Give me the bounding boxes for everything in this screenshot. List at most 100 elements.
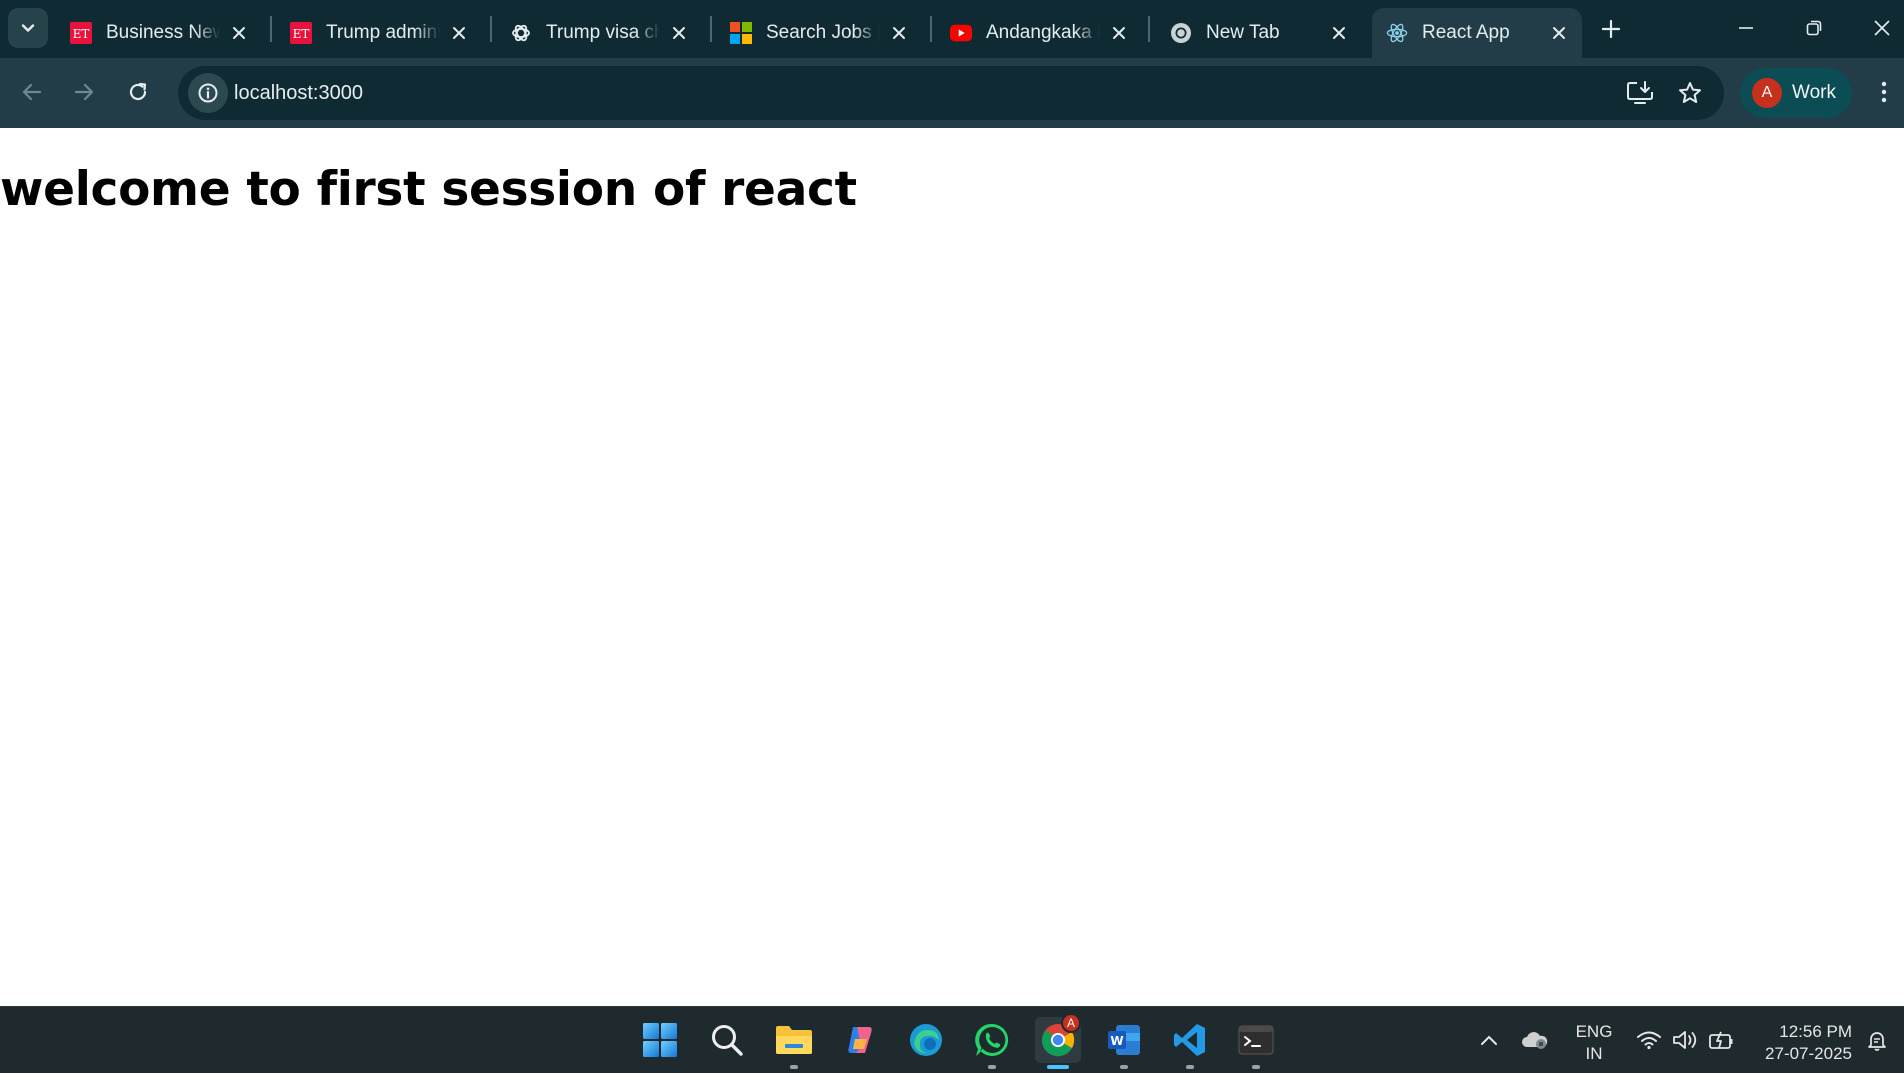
taskbar-file-explorer[interactable] — [771, 1017, 817, 1069]
tab-separator — [490, 16, 492, 42]
tab-title: Business News — [106, 22, 220, 43]
tab-youtube[interactable]: Andangkaka Kanitha — [936, 8, 1142, 58]
tab-title: Search Jobs | Microsoft — [766, 22, 880, 43]
browser-menu-button[interactable] — [1870, 72, 1898, 112]
speaker-icon — [1673, 1031, 1697, 1049]
new-tab-button[interactable] — [1596, 14, 1626, 44]
running-indicator — [1120, 1065, 1128, 1069]
tab-title: Trump administration — [326, 22, 440, 43]
close-icon[interactable] — [228, 22, 250, 44]
taskbar-search-button[interactable] — [704, 1017, 750, 1063]
folder-icon — [776, 1026, 812, 1054]
clock-time: 12:56 PM — [1779, 1022, 1852, 1041]
clock-date: 27-07-2025 — [1765, 1044, 1852, 1063]
browser-toolbar: localhost:3000 A Work — [0, 58, 1904, 128]
chevron-down-icon — [21, 24, 35, 32]
taskbar-whatsapp[interactable] — [969, 1017, 1015, 1069]
running-indicator — [790, 1065, 798, 1069]
profile-label: Work — [1792, 82, 1836, 103]
taskbar-edge[interactable] — [903, 1017, 949, 1063]
tab-title: New Tab — [1206, 22, 1280, 43]
chrome-profile-badge: A — [1061, 1013, 1081, 1033]
chevron-up-icon — [1481, 1035, 1497, 1045]
tab-new-tab[interactable]: New Tab — [1156, 8, 1362, 58]
running-indicator — [1186, 1065, 1194, 1069]
arrow-right-icon — [74, 83, 94, 101]
language-code: ENG — [1575, 1022, 1613, 1041]
start-button[interactable] — [637, 1017, 683, 1063]
show-hidden-icons-button[interactable] — [1476, 1017, 1502, 1063]
taskbar-terminal[interactable] — [1233, 1017, 1279, 1069]
taskbar-copilot[interactable] — [837, 1017, 883, 1063]
bookmark-button[interactable] — [1676, 79, 1704, 107]
tab-react-app[interactable]: React App — [1372, 8, 1582, 58]
wifi-icon — [1637, 1031, 1661, 1050]
close-icon[interactable] — [888, 22, 910, 44]
taskbar-word[interactable]: W — [1101, 1017, 1147, 1069]
vscode-icon — [1174, 1024, 1205, 1056]
close-icon[interactable] — [1548, 22, 1570, 44]
site-info-button[interactable] — [188, 73, 228, 113]
plus-icon — [1602, 20, 1620, 38]
edge-icon — [910, 1024, 942, 1056]
tab-strip: ET Business News ET Trump administration… — [0, 0, 1904, 58]
terminal-icon — [1238, 1025, 1274, 1055]
tab-business-news[interactable]: ET Business News — [56, 8, 262, 58]
page-content: welcome to first session of react — [0, 128, 1904, 1006]
install-app-button[interactable] — [1626, 79, 1654, 107]
taskbar-chrome[interactable]: A — [1035, 1013, 1081, 1069]
wifi-button[interactable] — [1634, 1017, 1664, 1063]
onedrive-button[interactable] — [1520, 1017, 1550, 1063]
restore-button[interactable] — [1794, 10, 1834, 46]
minimize-button[interactable] — [1726, 10, 1766, 46]
close-icon[interactable] — [448, 22, 470, 44]
reload-icon — [129, 82, 147, 101]
star-icon — [1679, 82, 1701, 103]
close-icon[interactable] — [668, 22, 690, 44]
tab-separator — [270, 16, 272, 42]
tab-title: React App — [1422, 22, 1510, 43]
search-icon — [712, 1025, 743, 1056]
arrow-left-icon — [22, 83, 42, 101]
notifications-button[interactable] — [1862, 1017, 1892, 1063]
windows-taskbar: A W ENG IN 12:56 PM 27-07-2025 — [0, 1006, 1904, 1073]
language-indicator[interactable]: ENG IN — [1568, 1021, 1620, 1065]
tab-trump-administration[interactable]: ET Trump administration — [276, 8, 482, 58]
battery-charging-icon — [1709, 1031, 1733, 1049]
tab-separator — [1148, 16, 1150, 42]
svg-text:W: W — [1110, 1034, 1123, 1048]
close-icon[interactable] — [1108, 22, 1130, 44]
copilot-icon — [848, 1027, 872, 1053]
et-icon: ET — [70, 22, 92, 44]
clock[interactable]: 12:56 PM 27-07-2025 — [1752, 1021, 1852, 1065]
info-icon — [198, 83, 218, 103]
running-indicator — [988, 1065, 996, 1069]
profile-button[interactable]: A Work — [1740, 68, 1852, 118]
kebab-menu-icon — [1881, 81, 1887, 103]
running-indicator — [1252, 1065, 1260, 1069]
battery-button[interactable] — [1706, 1017, 1736, 1063]
tab-search-jobs[interactable]: Search Jobs | Microsoft — [716, 8, 922, 58]
volume-button[interactable] — [1670, 1017, 1700, 1063]
minimize-icon — [1739, 27, 1753, 29]
close-icon[interactable] — [1328, 22, 1350, 44]
tab-title: Trump visa changes — [546, 22, 660, 43]
microsoft-icon — [730, 22, 752, 44]
active-indicator — [1047, 1065, 1069, 1069]
taskbar-vscode[interactable] — [1167, 1017, 1213, 1069]
tab-search-button[interactable] — [8, 8, 48, 48]
react-icon — [1386, 22, 1408, 44]
tab-trump-visa[interactable]: Trump visa changes — [496, 8, 702, 58]
address-bar[interactable]: localhost:3000 — [178, 66, 1724, 120]
cloud-icon — [1522, 1032, 1548, 1049]
chrome-icon — [1170, 22, 1192, 44]
openai-icon — [510, 22, 532, 44]
url-text[interactable]: localhost:3000 — [234, 66, 363, 120]
close-icon — [1874, 20, 1890, 36]
close-window-button[interactable] — [1862, 10, 1902, 46]
back-button[interactable] — [12, 72, 52, 112]
et-icon: ET — [290, 22, 312, 44]
forward-button[interactable] — [64, 72, 104, 112]
reload-button[interactable] — [118, 72, 158, 112]
svg-text:ET: ET — [293, 27, 310, 41]
